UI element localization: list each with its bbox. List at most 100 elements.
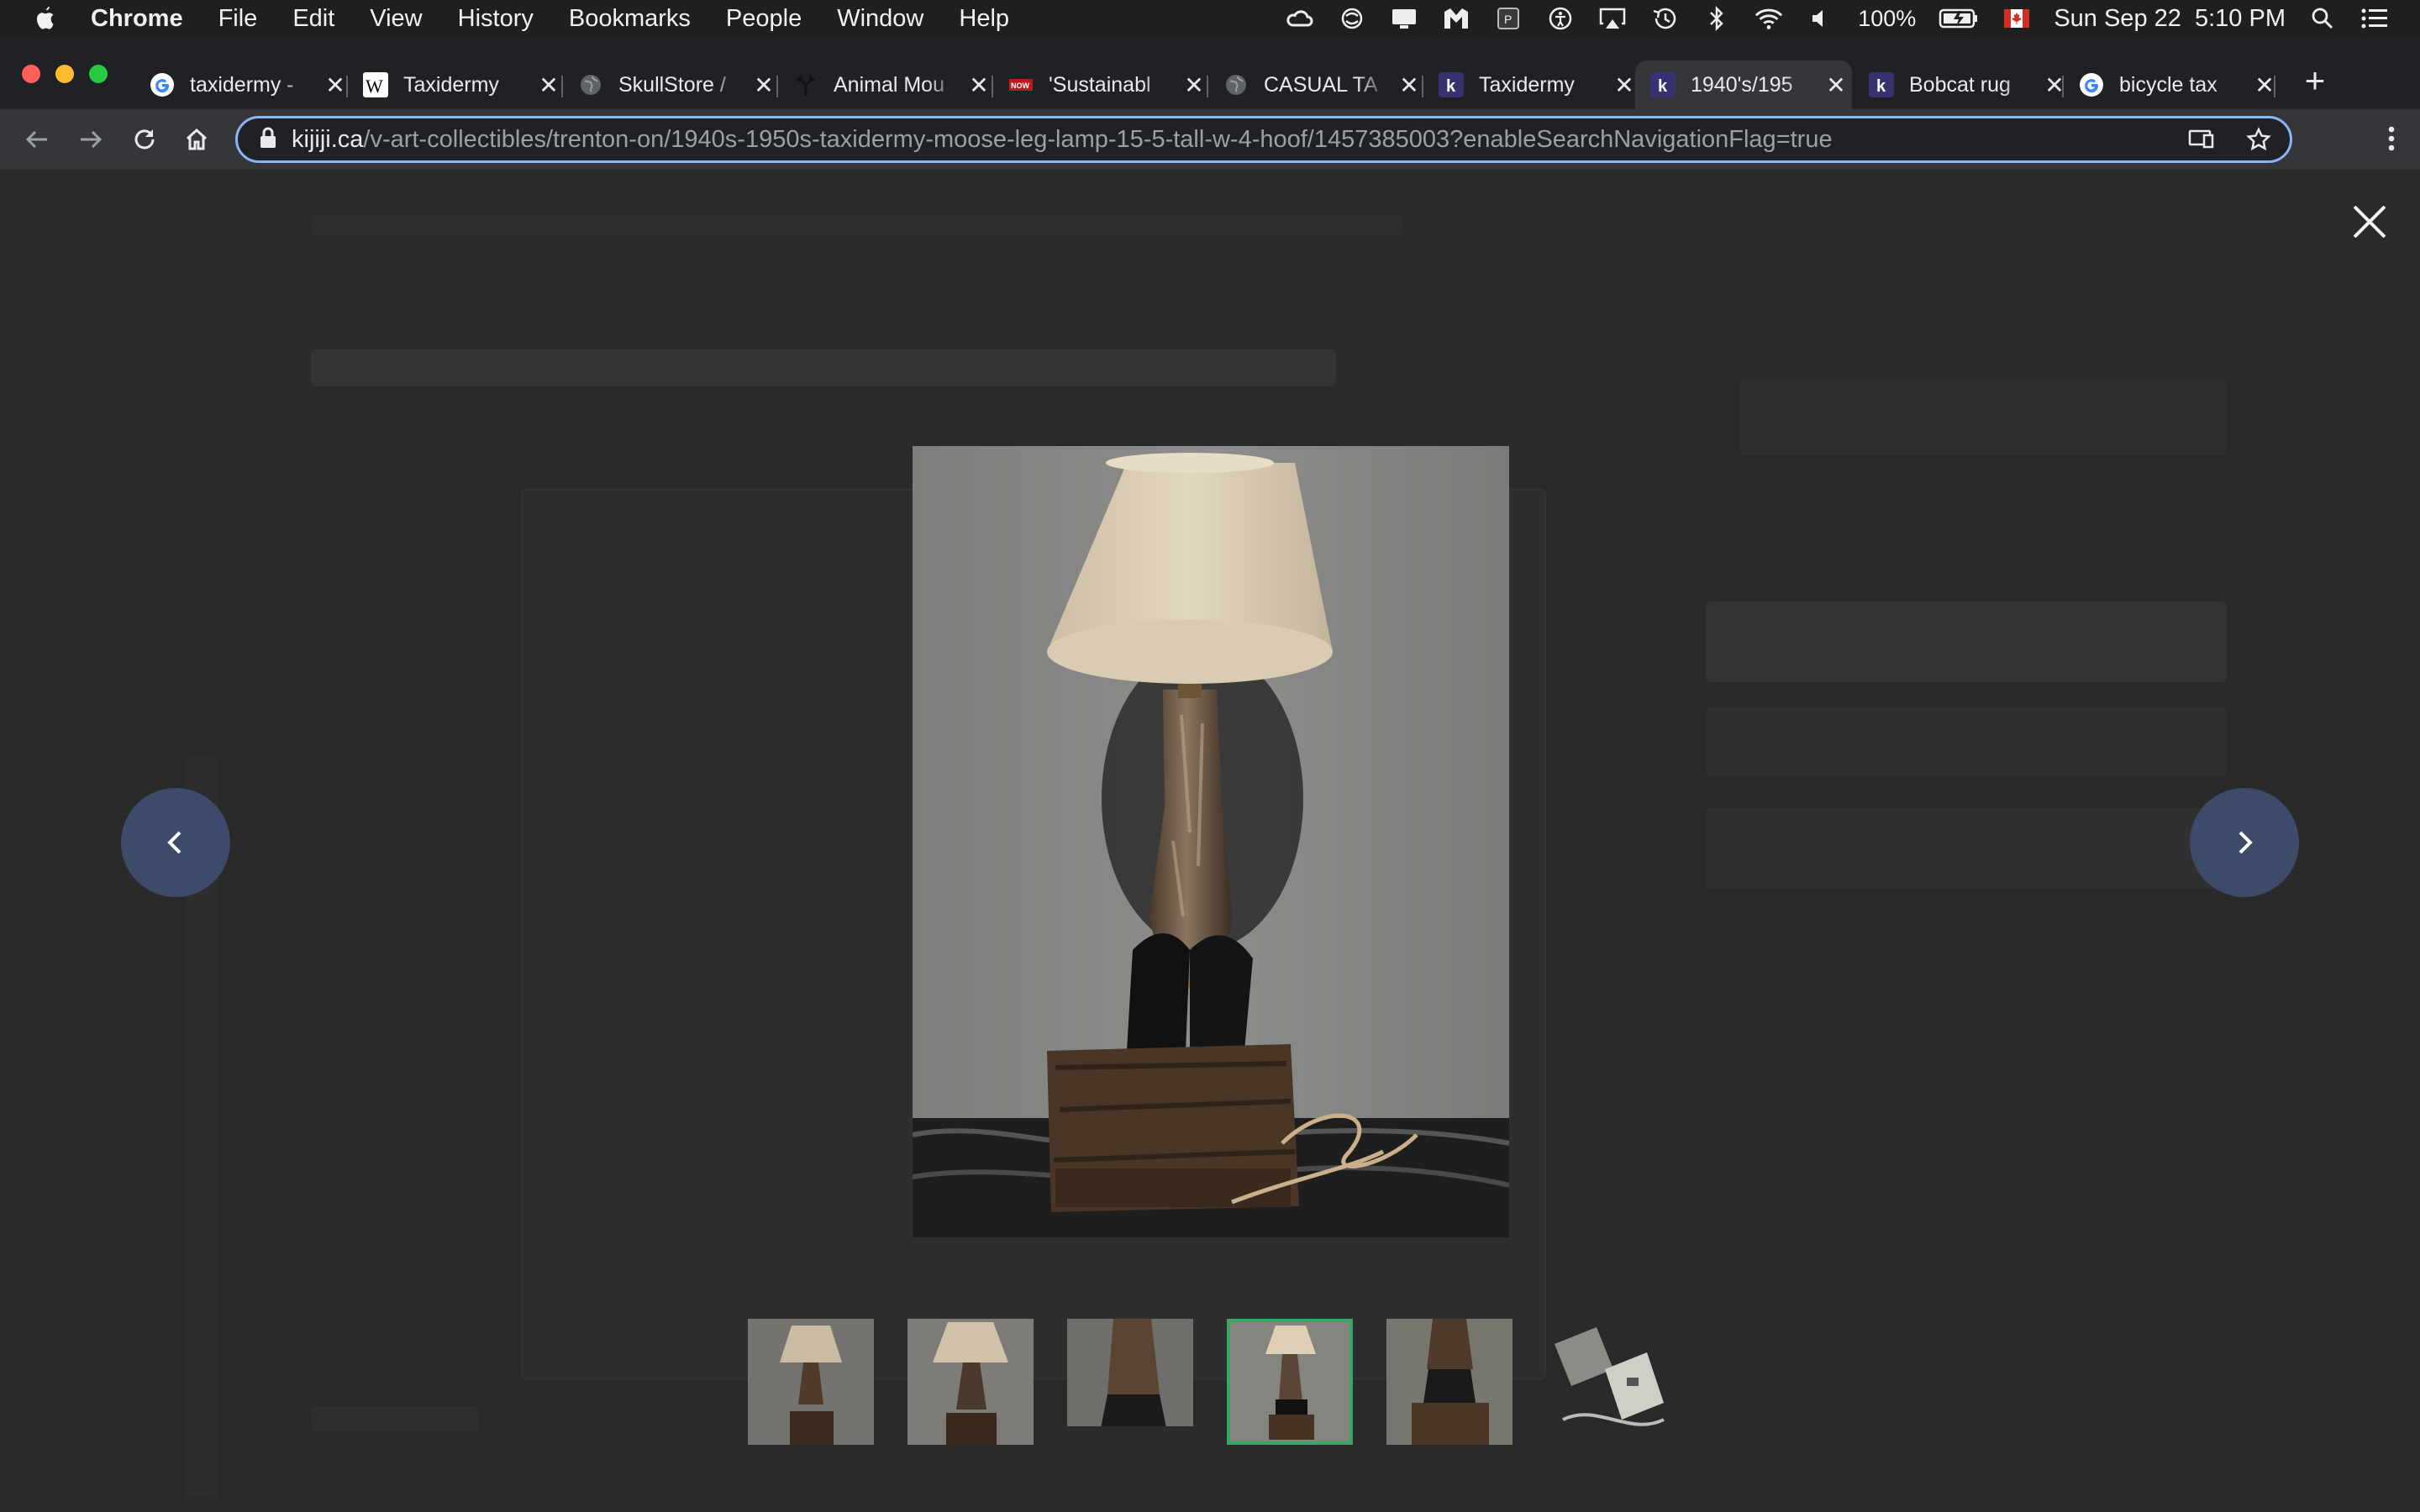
menubar-clock[interactable]: Sun Sep 22 5:10 PM (2054, 5, 2286, 33)
svg-text:k: k (1446, 77, 1456, 96)
bookmark-star-icon[interactable] (2246, 127, 2271, 156)
close-tab-icon[interactable]: ✕ (536, 72, 561, 98)
wifi-icon[interactable] (1754, 6, 1784, 31)
menu-window[interactable]: Window (837, 5, 923, 33)
creative-cloud-icon[interactable] (1285, 6, 1315, 31)
close-tab-icon[interactable]: ✕ (1181, 72, 1207, 98)
close-tab-icon[interactable]: ✕ (966, 72, 992, 98)
tab-10[interactable]: bicycle tax ✕ (2064, 60, 2277, 109)
wikipedia-icon: W (363, 72, 388, 97)
volume-icon[interactable] (1806, 6, 1836, 31)
reload-icon[interactable] (129, 124, 160, 155)
tab-title: SkullStore / (618, 72, 726, 97)
tab-title: bicycle tax (2119, 72, 2217, 97)
next-image-button[interactable] (2190, 788, 2299, 897)
window-close-button[interactable] (22, 65, 40, 83)
forward-icon[interactable] (76, 124, 106, 155)
sync-icon[interactable] (1337, 6, 1367, 31)
svg-text:k: k (1876, 77, 1886, 96)
macos-menu-bar: Chrome File Edit View History Bookmarks … (0, 0, 2420, 37)
menu-file[interactable]: File (218, 5, 258, 33)
battery-icon[interactable] (1938, 6, 1980, 31)
svg-text:W: W (366, 76, 383, 97)
tab-3[interactable]: SkullStore / ✕ (563, 60, 776, 109)
gallery-thumbnail-6[interactable] (1546, 1319, 1672, 1445)
chevron-right-icon (2238, 831, 2253, 854)
globe-icon (1223, 72, 1249, 97)
tab-title: 1940's/195 (1691, 72, 1793, 97)
kijiji-icon: k (1650, 72, 1676, 97)
menu-app-name[interactable]: Chrome (91, 5, 183, 33)
tab-7[interactable]: k Taxidermy ✕ (1423, 60, 1637, 109)
kijiji-icon: k (1869, 72, 1894, 97)
apple-menu-icon[interactable] (0, 5, 91, 32)
tab-1[interactable]: taxidermy - ✕ (134, 60, 348, 109)
tab-title: Taxidermy (403, 72, 499, 97)
accessibility-icon[interactable] (1545, 6, 1576, 31)
close-tab-icon[interactable]: ✕ (323, 72, 348, 98)
main-listing-photo (913, 446, 1509, 1237)
airplay-icon[interactable] (1597, 6, 1628, 31)
tab-title: Taxidermy (1479, 72, 1575, 97)
spotlight-search-icon[interactable] (2307, 6, 2338, 31)
background-breadcrumb (311, 215, 1403, 235)
notification-center-icon[interactable] (2360, 6, 2390, 31)
screenshot-tool-icon[interactable]: P (1493, 6, 1523, 31)
address-bar[interactable]: kijiji.ca/v-art-collectibles/trenton-on/… (235, 116, 2292, 163)
window-zoom-button[interactable] (89, 65, 108, 83)
menu-people[interactable]: People (726, 5, 802, 33)
tab-9[interactable]: k Bobcat rug ✕ (1854, 60, 2067, 109)
lock-icon[interactable] (260, 127, 276, 153)
gallery-thumbnail-1[interactable] (748, 1319, 874, 1445)
background-seller-box (1739, 380, 2227, 455)
tab-title: Bobcat rug (1909, 72, 2011, 97)
background-button-3 (1706, 808, 2227, 889)
chevron-left-icon (167, 831, 182, 854)
close-tab-icon[interactable]: ✕ (751, 72, 776, 98)
tab-4[interactable]: Animal Mou ✕ (778, 60, 992, 109)
canada-flag-icon[interactable] (2002, 6, 2032, 31)
home-icon[interactable] (182, 124, 212, 155)
google-icon (2079, 72, 2104, 97)
malwarebytes-icon[interactable] (1441, 6, 1471, 31)
svg-text:P: P (1504, 13, 1512, 26)
gallery-thumbnail-2[interactable] (908, 1319, 1034, 1445)
background-button-1 (1706, 601, 2227, 682)
close-tab-icon[interactable]: ✕ (1612, 72, 1637, 98)
tab-8-active[interactable]: k 1940's/195 ✕ (1635, 60, 1852, 109)
close-tab-icon[interactable]: ✕ (1823, 72, 1849, 98)
globe-icon (578, 72, 603, 97)
background-description-heading (311, 1406, 479, 1431)
background-title (311, 349, 1336, 386)
close-tab-icon[interactable]: ✕ (1397, 72, 1422, 98)
menu-help[interactable]: Help (959, 5, 1009, 33)
url-path: /v-art-collectibles/trenton-on/1940s-195… (363, 125, 1833, 153)
cast-icon[interactable] (2187, 127, 2214, 156)
new-tab-button[interactable]: + (2298, 60, 2332, 100)
bluetooth-icon[interactable] (1702, 5, 1732, 32)
svg-text:k: k (1658, 77, 1668, 96)
chrome-menu-icon[interactable] (2386, 124, 2396, 157)
gallery-thumbnail-3[interactable] (1067, 1319, 1193, 1445)
url-text[interactable]: kijiji.ca/v-art-collectibles/trenton-on/… (292, 126, 1833, 154)
tab-5[interactable]: NOW 'Sustainabl ✕ (993, 60, 1207, 109)
previous-image-button[interactable] (121, 788, 230, 897)
tab-title: taxidermy - (190, 72, 294, 97)
menu-view[interactable]: View (370, 5, 422, 33)
browser-toolbar: kijiji.ca/v-art-collectibles/trenton-on/… (0, 109, 2420, 170)
menu-history[interactable]: History (458, 5, 534, 33)
url-host: kijiji.ca (292, 125, 364, 153)
tab-2[interactable]: W Taxidermy ✕ (348, 60, 561, 109)
display-app-icon[interactable] (1389, 6, 1419, 31)
menu-bookmarks[interactable]: Bookmarks (569, 5, 691, 33)
tab-6[interactable]: CASUAL TA ✕ (1208, 60, 1422, 109)
back-icon[interactable] (22, 124, 52, 155)
time-machine-icon[interactable] (1649, 6, 1680, 31)
now-icon: NOW (1008, 72, 1034, 97)
gallery-thumbnail-5[interactable] (1386, 1319, 1512, 1445)
close-gallery-icon[interactable] (2349, 202, 2390, 242)
window-minimize-button[interactable] (55, 65, 74, 83)
menu-edit[interactable]: Edit (292, 5, 334, 33)
tab-title: CASUAL TA (1264, 72, 1378, 97)
gallery-thumbnail-4-selected[interactable] (1227, 1319, 1353, 1445)
